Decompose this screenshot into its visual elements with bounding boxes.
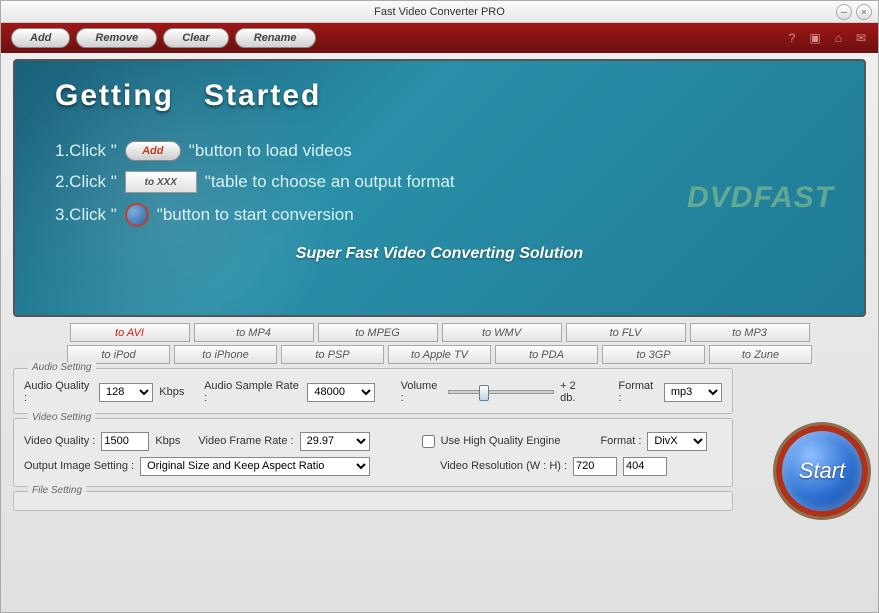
step1-pre: 1.Click " <box>55 141 117 161</box>
volume-label: Volume : <box>401 380 442 404</box>
user-icon[interactable]: ▣ <box>809 31 820 45</box>
audio-format-label: Format : <box>618 380 658 404</box>
tab-avi[interactable]: to AVI <box>70 323 190 342</box>
hero-title-1: Getting <box>55 79 174 112</box>
step3-start-icon <box>125 203 149 227</box>
audio-row: Audio Quality : 128 Kbps Audio Sample Ra… <box>24 380 722 404</box>
dvdfast-watermark: DVDFAST <box>687 181 834 215</box>
video-row-1: Video Quality : Kbps Video Frame Rate : … <box>24 430 722 452</box>
video-setting-group: Video Setting Video Quality : Kbps Video… <box>13 418 733 487</box>
volume-value: + 2 db. <box>560 380 593 404</box>
volume-thumb[interactable] <box>479 385 489 401</box>
hq-engine-checkbox[interactable] <box>422 435 435 448</box>
hero-title-2: Started <box>204 79 321 112</box>
format-tabs: to AVI to MP4 to MPEG to WMV to FLV to M… <box>13 323 866 364</box>
output-image-select[interactable]: Original Size and Keep Aspect Ratio <box>140 457 370 476</box>
step-1: 1.Click " Add "button to load videos <box>55 141 824 161</box>
video-quality-label: Video Quality : <box>24 435 95 447</box>
video-format-select[interactable]: DivX <box>647 432 707 451</box>
minimize-button[interactable]: ─ <box>836 4 852 20</box>
video-res-h-input[interactable] <box>623 457 667 476</box>
output-image-label: Output Image Setting : <box>24 460 134 472</box>
audio-sample-label: Audio Sample Rate : <box>204 380 301 404</box>
tab-mp3[interactable]: to MP3 <box>690 323 810 342</box>
clear-button[interactable]: Clear <box>163 28 229 48</box>
audio-quality-label: Audio Quality : <box>24 380 93 404</box>
tab-iphone[interactable]: to iPhone <box>174 345 277 364</box>
mail-icon[interactable]: ✉ <box>856 31 866 45</box>
video-quality-unit: Kbps <box>155 435 180 447</box>
video-res-label: Video Resolution (W : H) : <box>440 460 567 472</box>
step1-post: "button to load videos <box>189 141 352 161</box>
rename-button[interactable]: Rename <box>235 28 316 48</box>
hq-engine-label: Use High Quality Engine <box>441 435 561 447</box>
remove-button[interactable]: Remove <box>76 28 157 48</box>
window-controls: ─ × <box>836 4 872 20</box>
step3-pre: 3.Click " <box>55 205 117 225</box>
app-window: Fast Video Converter PRO ─ × Add Remove … <box>0 0 879 613</box>
add-button[interactable]: Add <box>11 28 70 48</box>
getting-started-panel: Getting Started 1.Click " Add "button to … <box>13 59 866 317</box>
titlebar: Fast Video Converter PRO ─ × <box>1 1 878 23</box>
tab-mpeg[interactable]: to MPEG <box>318 323 438 342</box>
step2-table-icon: to XXX <box>125 171 197 193</box>
video-format-label: Format : <box>600 435 641 447</box>
tab-wmv[interactable]: to WMV <box>442 323 562 342</box>
tab-zune[interactable]: to Zune <box>709 345 812 364</box>
video-frame-label: Video Frame Rate : <box>198 435 293 447</box>
tab-mp4[interactable]: to MP4 <box>194 323 314 342</box>
file-legend: File Setting <box>28 485 86 496</box>
close-button[interactable]: × <box>856 4 872 20</box>
hero-tagline: Super Fast Video Converting Solution <box>55 245 824 263</box>
video-legend: Video Setting <box>28 412 95 423</box>
audio-quality-select[interactable]: 128 <box>99 383 153 402</box>
help-icon[interactable]: ? <box>789 31 796 45</box>
home-icon[interactable]: ⌂ <box>835 31 842 45</box>
step3-post: "button to start conversion <box>157 205 354 225</box>
tab-flv[interactable]: to FLV <box>566 323 686 342</box>
window-title: Fast Video Converter PRO <box>374 6 505 18</box>
toolbar-icons: ? ▣ ⌂ ✉ <box>789 31 866 45</box>
file-setting-group: File Setting <box>13 491 733 511</box>
audio-format-select[interactable]: mp3 <box>664 383 722 402</box>
main-toolbar: Add Remove Clear Rename ? ▣ ⌂ ✉ <box>1 23 878 53</box>
start-label: Start <box>799 458 845 484</box>
audio-setting-group: Audio Setting Audio Quality : 128 Kbps A… <box>13 368 733 414</box>
video-frame-select[interactable]: 29.97 <box>300 432 370 451</box>
step1-add-icon: Add <box>125 141 181 161</box>
start-button[interactable]: Start <box>776 425 868 517</box>
audio-sample-select[interactable]: 48000 <box>307 383 375 402</box>
tab-psp[interactable]: to PSP <box>281 345 384 364</box>
tab-row-2: to iPod to iPhone to PSP to Apple TV to … <box>13 345 866 364</box>
step2-post: "table to choose an output format <box>205 172 455 192</box>
volume-slider[interactable] <box>448 390 554 394</box>
tab-row-1: to AVI to MP4 to MPEG to WMV to FLV to M… <box>13 323 866 342</box>
tab-3gp[interactable]: to 3GP <box>602 345 705 364</box>
settings-area: Audio Setting Audio Quality : 128 Kbps A… <box>13 368 866 511</box>
tab-pda[interactable]: to PDA <box>495 345 598 364</box>
step2-pre: 2.Click " <box>55 172 117 192</box>
hero-title: Getting Started <box>55 79 824 113</box>
audio-quality-unit: Kbps <box>159 386 184 398</box>
video-quality-input[interactable] <box>101 432 149 451</box>
tab-appletv[interactable]: to Apple TV <box>388 345 491 364</box>
audio-legend: Audio Setting <box>28 362 96 373</box>
video-res-w-input[interactable] <box>573 457 617 476</box>
video-row-2: Output Image Setting : Original Size and… <box>24 455 722 477</box>
